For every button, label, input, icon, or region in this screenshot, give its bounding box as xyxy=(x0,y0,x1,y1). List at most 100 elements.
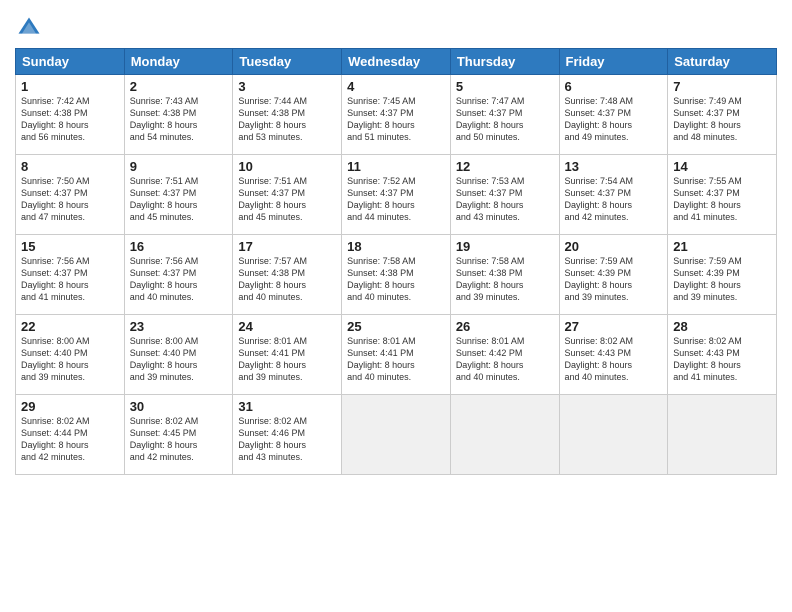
page: SundayMondayTuesdayWednesdayThursdayFrid… xyxy=(0,0,792,612)
day-info: Sunrise: 8:02 AMSunset: 4:43 PMDaylight:… xyxy=(565,335,663,384)
calendar-cell: 29 Sunrise: 8:02 AMSunset: 4:44 PMDaylig… xyxy=(16,395,125,475)
day-info: Sunrise: 7:56 AMSunset: 4:37 PMDaylight:… xyxy=(130,255,228,304)
day-number: 21 xyxy=(673,239,771,254)
day-number: 4 xyxy=(347,79,445,94)
calendar-cell: 26 Sunrise: 8:01 AMSunset: 4:42 PMDaylig… xyxy=(450,315,559,395)
day-number: 10 xyxy=(238,159,336,174)
weekday-header-monday: Monday xyxy=(124,49,233,75)
logo xyxy=(15,14,47,42)
day-info: Sunrise: 8:01 AMSunset: 4:42 PMDaylight:… xyxy=(456,335,554,384)
calendar-cell: 20 Sunrise: 7:59 AMSunset: 4:39 PMDaylig… xyxy=(559,235,668,315)
header xyxy=(15,10,777,42)
day-number: 16 xyxy=(130,239,228,254)
calendar-cell: 22 Sunrise: 8:00 AMSunset: 4:40 PMDaylig… xyxy=(16,315,125,395)
weekday-header-row: SundayMondayTuesdayWednesdayThursdayFrid… xyxy=(16,49,777,75)
day-info: Sunrise: 8:02 AMSunset: 4:44 PMDaylight:… xyxy=(21,415,119,464)
calendar-cell: 25 Sunrise: 8:01 AMSunset: 4:41 PMDaylig… xyxy=(342,315,451,395)
day-info: Sunrise: 7:48 AMSunset: 4:37 PMDaylight:… xyxy=(565,95,663,144)
day-number: 24 xyxy=(238,319,336,334)
day-info: Sunrise: 8:00 AMSunset: 4:40 PMDaylight:… xyxy=(21,335,119,384)
calendar-table: SundayMondayTuesdayWednesdayThursdayFrid… xyxy=(15,48,777,475)
day-number: 27 xyxy=(565,319,663,334)
day-info: Sunrise: 7:51 AMSunset: 4:37 PMDaylight:… xyxy=(130,175,228,224)
calendar-cell xyxy=(668,395,777,475)
calendar-cell: 1 Sunrise: 7:42 AMSunset: 4:38 PMDayligh… xyxy=(16,75,125,155)
calendar-week-row: 15 Sunrise: 7:56 AMSunset: 4:37 PMDaylig… xyxy=(16,235,777,315)
day-info: Sunrise: 8:01 AMSunset: 4:41 PMDaylight:… xyxy=(238,335,336,384)
calendar-week-row: 29 Sunrise: 8:02 AMSunset: 4:44 PMDaylig… xyxy=(16,395,777,475)
calendar-cell: 7 Sunrise: 7:49 AMSunset: 4:37 PMDayligh… xyxy=(668,75,777,155)
calendar-cell: 5 Sunrise: 7:47 AMSunset: 4:37 PMDayligh… xyxy=(450,75,559,155)
day-info: Sunrise: 7:59 AMSunset: 4:39 PMDaylight:… xyxy=(673,255,771,304)
day-info: Sunrise: 7:54 AMSunset: 4:37 PMDaylight:… xyxy=(565,175,663,224)
day-number: 28 xyxy=(673,319,771,334)
day-info: Sunrise: 7:42 AMSunset: 4:38 PMDaylight:… xyxy=(21,95,119,144)
day-info: Sunrise: 8:00 AMSunset: 4:40 PMDaylight:… xyxy=(130,335,228,384)
day-info: Sunrise: 7:45 AMSunset: 4:37 PMDaylight:… xyxy=(347,95,445,144)
day-info: Sunrise: 8:02 AMSunset: 4:43 PMDaylight:… xyxy=(673,335,771,384)
day-info: Sunrise: 7:51 AMSunset: 4:37 PMDaylight:… xyxy=(238,175,336,224)
day-number: 18 xyxy=(347,239,445,254)
weekday-header-wednesday: Wednesday xyxy=(342,49,451,75)
day-number: 7 xyxy=(673,79,771,94)
day-number: 1 xyxy=(21,79,119,94)
day-number: 23 xyxy=(130,319,228,334)
calendar-cell: 15 Sunrise: 7:56 AMSunset: 4:37 PMDaylig… xyxy=(16,235,125,315)
calendar-cell: 24 Sunrise: 8:01 AMSunset: 4:41 PMDaylig… xyxy=(233,315,342,395)
day-number: 3 xyxy=(238,79,336,94)
calendar-cell: 17 Sunrise: 7:57 AMSunset: 4:38 PMDaylig… xyxy=(233,235,342,315)
calendar-cell: 4 Sunrise: 7:45 AMSunset: 4:37 PMDayligh… xyxy=(342,75,451,155)
calendar-cell: 16 Sunrise: 7:56 AMSunset: 4:37 PMDaylig… xyxy=(124,235,233,315)
calendar-week-row: 8 Sunrise: 7:50 AMSunset: 4:37 PMDayligh… xyxy=(16,155,777,235)
day-number: 9 xyxy=(130,159,228,174)
day-info: Sunrise: 7:52 AMSunset: 4:37 PMDaylight:… xyxy=(347,175,445,224)
day-number: 22 xyxy=(21,319,119,334)
calendar-cell: 11 Sunrise: 7:52 AMSunset: 4:37 PMDaylig… xyxy=(342,155,451,235)
calendar-cell: 8 Sunrise: 7:50 AMSunset: 4:37 PMDayligh… xyxy=(16,155,125,235)
day-number: 12 xyxy=(456,159,554,174)
calendar-cell: 28 Sunrise: 8:02 AMSunset: 4:43 PMDaylig… xyxy=(668,315,777,395)
day-number: 19 xyxy=(456,239,554,254)
day-number: 31 xyxy=(238,399,336,414)
calendar-cell: 10 Sunrise: 7:51 AMSunset: 4:37 PMDaylig… xyxy=(233,155,342,235)
day-info: Sunrise: 7:56 AMSunset: 4:37 PMDaylight:… xyxy=(21,255,119,304)
calendar-week-row: 22 Sunrise: 8:00 AMSunset: 4:40 PMDaylig… xyxy=(16,315,777,395)
day-info: Sunrise: 7:50 AMSunset: 4:37 PMDaylight:… xyxy=(21,175,119,224)
day-number: 17 xyxy=(238,239,336,254)
day-number: 15 xyxy=(21,239,119,254)
day-info: Sunrise: 7:58 AMSunset: 4:38 PMDaylight:… xyxy=(456,255,554,304)
weekday-header-sunday: Sunday xyxy=(16,49,125,75)
calendar-cell: 27 Sunrise: 8:02 AMSunset: 4:43 PMDaylig… xyxy=(559,315,668,395)
day-number: 11 xyxy=(347,159,445,174)
day-info: Sunrise: 7:44 AMSunset: 4:38 PMDaylight:… xyxy=(238,95,336,144)
calendar-cell: 14 Sunrise: 7:55 AMSunset: 4:37 PMDaylig… xyxy=(668,155,777,235)
weekday-header-friday: Friday xyxy=(559,49,668,75)
calendar-cell: 13 Sunrise: 7:54 AMSunset: 4:37 PMDaylig… xyxy=(559,155,668,235)
calendar-cell: 12 Sunrise: 7:53 AMSunset: 4:37 PMDaylig… xyxy=(450,155,559,235)
day-info: Sunrise: 7:43 AMSunset: 4:38 PMDaylight:… xyxy=(130,95,228,144)
day-number: 30 xyxy=(130,399,228,414)
calendar-cell xyxy=(342,395,451,475)
day-number: 8 xyxy=(21,159,119,174)
day-info: Sunrise: 8:01 AMSunset: 4:41 PMDaylight:… xyxy=(347,335,445,384)
calendar-cell: 3 Sunrise: 7:44 AMSunset: 4:38 PMDayligh… xyxy=(233,75,342,155)
day-info: Sunrise: 7:53 AMSunset: 4:37 PMDaylight:… xyxy=(456,175,554,224)
day-number: 2 xyxy=(130,79,228,94)
day-number: 20 xyxy=(565,239,663,254)
day-info: Sunrise: 8:02 AMSunset: 4:45 PMDaylight:… xyxy=(130,415,228,464)
calendar-cell xyxy=(559,395,668,475)
calendar-cell xyxy=(450,395,559,475)
calendar-cell: 18 Sunrise: 7:58 AMSunset: 4:38 PMDaylig… xyxy=(342,235,451,315)
day-info: Sunrise: 7:59 AMSunset: 4:39 PMDaylight:… xyxy=(565,255,663,304)
calendar-cell: 30 Sunrise: 8:02 AMSunset: 4:45 PMDaylig… xyxy=(124,395,233,475)
day-number: 5 xyxy=(456,79,554,94)
day-info: Sunrise: 7:55 AMSunset: 4:37 PMDaylight:… xyxy=(673,175,771,224)
day-number: 26 xyxy=(456,319,554,334)
logo-icon xyxy=(15,14,43,42)
day-info: Sunrise: 7:47 AMSunset: 4:37 PMDaylight:… xyxy=(456,95,554,144)
day-number: 6 xyxy=(565,79,663,94)
day-info: Sunrise: 7:57 AMSunset: 4:38 PMDaylight:… xyxy=(238,255,336,304)
calendar-cell: 23 Sunrise: 8:00 AMSunset: 4:40 PMDaylig… xyxy=(124,315,233,395)
calendar-week-row: 1 Sunrise: 7:42 AMSunset: 4:38 PMDayligh… xyxy=(16,75,777,155)
calendar-cell: 2 Sunrise: 7:43 AMSunset: 4:38 PMDayligh… xyxy=(124,75,233,155)
